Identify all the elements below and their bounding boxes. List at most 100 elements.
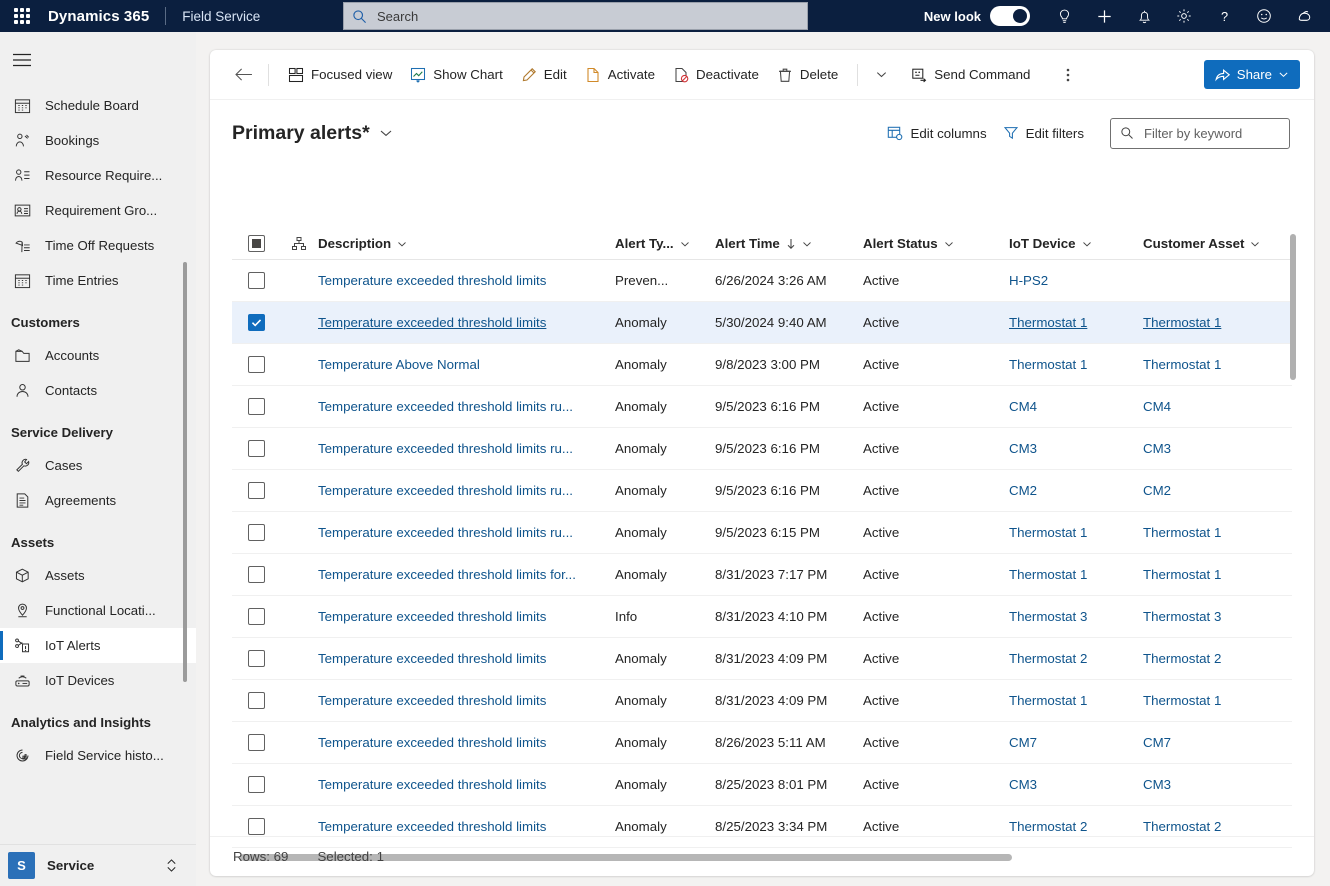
cell-description[interactable]: Temperature exceeded threshold limits ru… <box>318 525 615 540</box>
column-header-alert-type[interactable]: Alert Ty... <box>615 236 715 251</box>
cell-customer-asset[interactable]: CM7 <box>1143 735 1291 750</box>
row-checkbox[interactable] <box>247 482 265 499</box>
new-look-toggle[interactable] <box>990 6 1030 26</box>
table-row[interactable]: Temperature exceeded threshold limits ru… <box>232 512 1292 554</box>
cell-customer-asset[interactable]: Thermostat 1 <box>1143 567 1291 582</box>
delete-button[interactable]: Delete <box>768 59 847 91</box>
table-row[interactable]: Temperature exceeded threshold limits Ano… <box>232 638 1292 680</box>
row-checkbox[interactable] <box>247 566 265 583</box>
cell-description[interactable]: Temperature exceeded threshold limits <box>318 651 615 666</box>
focused-view-button[interactable]: Focused view <box>279 59 401 91</box>
table-row[interactable]: Temperature exceeded threshold limits fo… <box>232 554 1292 596</box>
row-select-cell[interactable] <box>232 566 280 583</box>
row-checkbox[interactable] <box>247 650 265 667</box>
row-select-cell[interactable] <box>232 272 280 289</box>
cell-customer-asset[interactable]: CM3 <box>1143 777 1291 792</box>
copilot-icon[interactable] <box>1284 0 1324 32</box>
cell-iot-device[interactable]: Thermostat 1 <box>1009 567 1143 582</box>
row-select-cell[interactable] <box>232 398 280 415</box>
edit-button[interactable]: Edit <box>512 59 576 91</box>
send-command-button[interactable]: Send Command <box>902 59 1039 91</box>
row-select-cell[interactable] <box>232 482 280 499</box>
table-row[interactable]: Temperature exceeded threshold limits Pre… <box>232 260 1292 302</box>
cell-iot-device[interactable]: Thermostat 1 <box>1009 357 1143 372</box>
cell-iot-device[interactable]: Thermostat 2 <box>1009 651 1143 666</box>
table-row[interactable]: Temperature Above Normal Anomaly 9/8/2023 … <box>232 344 1292 386</box>
sidebar-scrollbar[interactable] <box>183 262 187 682</box>
hamburger-icon[interactable] <box>0 38 44 82</box>
row-checkbox[interactable] <box>247 356 265 373</box>
sidebar-item-cases[interactable]: Cases <box>0 448 196 483</box>
search-input[interactable] <box>375 7 799 25</box>
cell-customer-asset[interactable]: Thermostat 1 <box>1143 693 1291 708</box>
cell-description[interactable]: Temperature exceeded threshold limits fo… <box>318 567 615 582</box>
cell-iot-device[interactable]: Thermostat 1 <box>1009 693 1143 708</box>
question-icon[interactable]: ? <box>1204 0 1244 32</box>
edit-filters-button[interactable]: Edit filters <box>995 118 1092 148</box>
select-all-cell[interactable] <box>232 235 280 252</box>
sidebar-item-iot-devices[interactable]: IoT Devices <box>0 663 196 698</box>
row-select-cell[interactable] <box>232 734 280 751</box>
edit-columns-button[interactable]: Edit columns <box>879 118 994 148</box>
show-chart-button[interactable]: Show Chart <box>401 59 511 91</box>
cell-customer-asset[interactable]: Thermostat 2 <box>1143 819 1291 834</box>
cell-customer-asset[interactable]: Thermostat 1 <box>1143 357 1291 372</box>
row-select-cell[interactable] <box>232 608 280 625</box>
sidebar-item-time-off-requests[interactable]: Time Off Requests <box>0 228 196 263</box>
column-header-description[interactable]: Description <box>318 236 615 251</box>
sidebar-item-field-service-histo[interactable]: Field Service histo... <box>0 738 196 773</box>
row-select-cell[interactable] <box>232 524 280 541</box>
cell-iot-device[interactable]: CM3 <box>1009 777 1143 792</box>
cell-description[interactable]: Temperature exceeded threshold limits ru… <box>318 483 615 498</box>
back-arrow-icon[interactable] <box>228 60 258 90</box>
column-header-iot-device[interactable]: IoT Device <box>1009 236 1143 251</box>
sidebar-item-time-entries[interactable]: Time Entries <box>0 263 196 298</box>
cell-description[interactable]: Temperature Above Normal <box>318 357 615 372</box>
cell-iot-device[interactable]: Thermostat 2 <box>1009 819 1143 834</box>
sidebar-item-requirement-gro[interactable]: Requirement Gro... <box>0 193 196 228</box>
app-name-label[interactable]: Field Service <box>182 9 260 24</box>
more-vertical-icon[interactable] <box>1055 59 1081 91</box>
table-row[interactable]: Temperature exceeded threshold limits Inf… <box>232 596 1292 638</box>
share-button[interactable]: Share <box>1203 60 1300 89</box>
column-header-customer-asset[interactable]: Customer Asset <box>1143 236 1291 251</box>
column-header-alert-status[interactable]: Alert Status <box>863 236 1009 251</box>
cell-customer-asset[interactable]: Thermostat 1 <box>1143 315 1291 330</box>
sidebar-item-assets[interactable]: Assets <box>0 558 196 593</box>
cell-customer-asset[interactable]: Thermostat 3 <box>1143 609 1291 624</box>
select-all-checkbox-icon[interactable] <box>247 235 265 252</box>
activate-button[interactable]: Activate <box>576 59 664 91</box>
filter-keyword-input[interactable] <box>1142 124 1280 142</box>
cell-iot-device[interactable]: H-PS2 <box>1009 273 1143 288</box>
smiley-icon[interactable] <box>1244 0 1284 32</box>
cell-iot-device[interactable]: CM2 <box>1009 483 1143 498</box>
cell-description[interactable]: Temperature exceeded threshold limits <box>318 735 615 750</box>
cell-description[interactable]: Temperature exceeded threshold limits ru… <box>318 399 615 414</box>
table-row[interactable]: Temperature exceeded threshold limits Ano… <box>232 302 1292 344</box>
bell-icon[interactable] <box>1124 0 1164 32</box>
cell-description[interactable]: Temperature exceeded threshold limits <box>318 609 615 624</box>
row-checkbox[interactable] <box>247 440 265 457</box>
cell-iot-device[interactable]: CM7 <box>1009 735 1143 750</box>
lightbulb-icon[interactable] <box>1044 0 1084 32</box>
row-checkbox[interactable] <box>247 272 265 289</box>
cell-iot-device[interactable]: Thermostat 1 <box>1009 525 1143 540</box>
area-switcher[interactable]: S Service <box>0 844 196 886</box>
table-row[interactable]: Temperature exceeded threshold limits Ano… <box>232 680 1292 722</box>
cell-customer-asset[interactable]: Thermostat 1 <box>1143 525 1291 540</box>
row-select-cell[interactable] <box>232 650 280 667</box>
table-row[interactable]: Temperature exceeded threshold limits ru… <box>232 428 1292 470</box>
row-checkbox[interactable] <box>247 734 265 751</box>
row-select-cell[interactable] <box>232 818 280 835</box>
gear-icon[interactable] <box>1164 0 1204 32</box>
row-checkbox[interactable] <box>247 818 265 835</box>
table-row[interactable]: Temperature exceeded threshold limits Ano… <box>232 722 1292 764</box>
sidebar-item-iot-alerts[interactable]: IoT Alerts <box>0 628 196 663</box>
cell-customer-asset[interactable]: CM3 <box>1143 441 1291 456</box>
row-select-cell[interactable] <box>232 440 280 457</box>
cell-description[interactable]: Temperature exceeded threshold limits <box>318 273 615 288</box>
row-select-cell[interactable] <box>232 692 280 709</box>
deactivate-button[interactable]: Deactivate <box>664 59 768 91</box>
sidebar-item-schedule-board[interactable]: Schedule Board <box>0 88 196 123</box>
cell-customer-asset[interactable]: CM2 <box>1143 483 1291 498</box>
